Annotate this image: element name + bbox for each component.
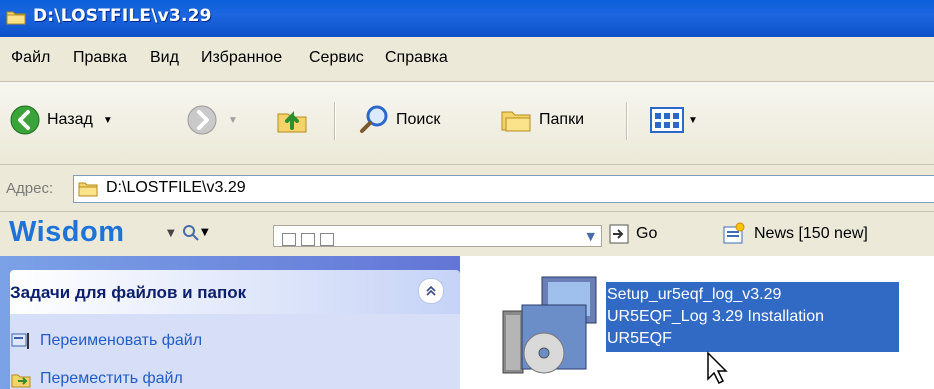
chevron-down-icon[interactable]: ▼: [688, 115, 698, 126]
rename-icon: [11, 333, 29, 349]
menu-tools[interactable]: Сервис: [309, 49, 364, 67]
folders-icon: [501, 111, 531, 132]
search-label: Поиск: [396, 111, 441, 128]
folder-icon: [78, 182, 98, 197]
menu-help[interactable]: Справка: [385, 49, 448, 67]
title-bar: D:\LOSTFILE\v3.29: [0, 0, 934, 37]
forward-button[interactable]: ▼: [186, 98, 238, 142]
chevron-down-icon[interactable]: ▼: [167, 228, 175, 239]
collapse-chevron-icon[interactable]: [418, 278, 444, 304]
chevron-down-icon[interactable]: ▼: [103, 115, 113, 126]
address-input[interactable]: D:\LOSTFILE\v3.29: [73, 175, 934, 203]
file-description: UR5EQF_Log 3.29 Installation: [607, 308, 825, 325]
forward-arrow-icon: [187, 105, 217, 135]
news-icon: [723, 222, 745, 244]
up-folder-icon: [277, 111, 307, 133]
address-bar: Адрес: D:\LOSTFILE\v3.29: [0, 165, 934, 212]
menu-view[interactable]: Вид: [150, 49, 179, 67]
task-move[interactable]: Переместить файл: [10, 369, 183, 389]
views-icon: [650, 107, 684, 133]
file-company: UR5EQF: [607, 330, 672, 347]
task-header-title: Задачи для файлов и папок: [10, 283, 247, 302]
wisdom-search-input[interactable]: ▼: [273, 225, 602, 247]
wisdom-toolbar: Wisdom ▼ ▼ ▼ Go News [150 new]: [0, 212, 934, 256]
task-pane: Задачи для файлов и папок Переименовать …: [0, 256, 460, 389]
chevron-down-icon[interactable]: ▼: [228, 115, 238, 126]
task-move-label: Переместить файл: [40, 370, 183, 387]
toolbar: Назад ▼ ▼ Поиск Папки ▼: [0, 82, 934, 165]
back-arrow-icon: [10, 105, 40, 135]
back-label: Назад: [47, 111, 93, 128]
news-button[interactable]: News [150 new]: [722, 222, 868, 246]
news-label: News [150 new]: [754, 225, 868, 242]
search-icon: [360, 105, 388, 133]
address-label: Адрес:: [6, 180, 54, 197]
menu-edit[interactable]: Правка: [73, 49, 127, 67]
installer-file-icon[interactable]: [500, 271, 604, 381]
views-button[interactable]: ▼: [650, 98, 698, 142]
file-name: Setup_ur5eqf_log_v3.29: [607, 286, 782, 303]
folder-icon: [6, 11, 26, 25]
task-rename-label: Переименовать файл: [40, 332, 203, 349]
go-label: Go: [636, 225, 658, 242]
back-button[interactable]: Назад ▼: [9, 98, 113, 142]
go-arrow-icon: [609, 224, 629, 244]
folders-label: Папки: [539, 111, 584, 128]
search-button[interactable]: Поиск: [358, 98, 440, 142]
window-title: D:\LOSTFILE\v3.29: [33, 6, 212, 26]
task-rename[interactable]: Переименовать файл: [10, 331, 202, 351]
file-tasks-box: Задачи для файлов и папок Переименовать …: [10, 270, 460, 389]
move-icon: [11, 374, 31, 388]
menu-favorites[interactable]: Избранное: [201, 49, 282, 67]
chevron-down-icon[interactable]: ▼: [201, 227, 209, 238]
address-value: D:\LOSTFILE\v3.29: [106, 179, 246, 196]
file-list-area: Setup_ur5eqf_log_v3.29 UR5EQF_Log 3.29 I…: [460, 256, 934, 389]
menu-bar: Файл Правка Вид Избранное Сервис Справка: [0, 37, 934, 82]
file-name-label[interactable]: Setup_ur5eqf_log_v3.29 UR5EQF_Log 3.29 I…: [606, 282, 899, 352]
task-header[interactable]: Задачи для файлов и папок: [10, 270, 460, 314]
up-folder-button[interactable]: [275, 98, 309, 142]
task-list: Переименовать файл Переместить файл: [10, 314, 460, 389]
wisdom-logo[interactable]: Wisdom: [9, 216, 125, 249]
chevron-down-icon[interactable]: ▼: [587, 230, 595, 243]
folders-button[interactable]: Папки: [499, 98, 584, 142]
go-button[interactable]: Go: [609, 224, 657, 244]
menu-file[interactable]: Файл: [11, 49, 50, 67]
search-icon[interactable]: [182, 224, 200, 242]
mouse-cursor-icon: [707, 351, 728, 385]
